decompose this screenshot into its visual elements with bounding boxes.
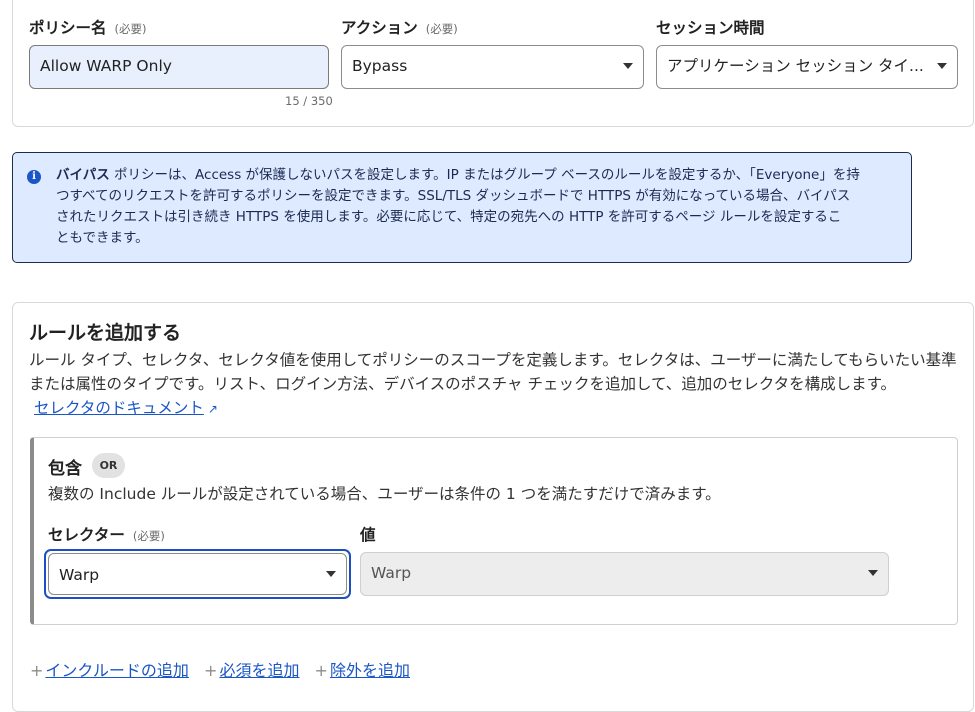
policy-name-label: ポリシー名 (必要) [29, 18, 147, 39]
info-line-4: ともできます。 [56, 230, 149, 246]
rules-title: ルールを追加する [29, 322, 182, 344]
session-duration-label: セッション時間 [656, 19, 765, 37]
rule-add-links: + インクルードの追加 + 必須を追加 + 除外を追加 [30, 657, 420, 681]
plus-icon: + [314, 661, 328, 680]
selector-select-value: Warp [59, 566, 100, 584]
info-line-1: バイパス ポリシーは、Access が保護しないパスを設定します。IP またはグ… [56, 165, 886, 186]
info-line-3: されたリクエストは引き続き HTTPS を使用します。必要に応じて、特定の宛先へ… [56, 209, 842, 225]
add-exclude-link[interactable]: + 除外を追加 [315, 657, 410, 681]
action-select[interactable]: Bypass [341, 45, 644, 89]
selector-docs-link[interactable]: セレクタのドキュメント [34, 399, 204, 417]
rules-description: ルール タイプ、セレクタ、セレクタ値を使用してポリシーのスコープを定義します。セ… [29, 348, 964, 421]
add-require-label: 必須を追加 [219, 661, 300, 680]
or-badge: OR [92, 453, 125, 478]
info-line-2: つすべてのリクエストを許可するポリシーを設定できます。SSL/TLS ダッシュボ… [56, 188, 851, 204]
bypass-info-text: バイパス ポリシーは、Access が保護しないパスを設定します。IP またはグ… [56, 165, 886, 249]
value-select-value: Warp [371, 564, 412, 582]
add-include-link[interactable]: + インクルードの追加 [30, 657, 189, 681]
session-duration-select[interactable]: アプリケーション セッション タイ... [656, 45, 958, 89]
chevron-down-icon [937, 63, 947, 69]
info-icon: i [27, 170, 41, 184]
action-select-value: Bypass [352, 57, 408, 75]
add-require-link[interactable]: + 必須を追加 [204, 657, 299, 681]
include-title: 包含 [48, 459, 82, 479]
required-hint: (必要) [132, 529, 165, 543]
action-label-text: アクション [341, 19, 418, 37]
info-bold-lead: バイパス [56, 167, 110, 183]
plus-icon: + [204, 661, 218, 680]
policy-name-input[interactable]: Allow WARP Only [29, 45, 329, 89]
chevron-down-icon [868, 570, 878, 576]
policy-name-label-text: ポリシー名 [29, 19, 107, 37]
selector-label: セレクター (必要) [48, 525, 165, 546]
add-exclude-label: 除外を追加 [329, 661, 410, 680]
value-select[interactable]: Warp [360, 552, 889, 596]
bypass-info-banner: i バイパス ポリシーは、Access が保護しないパスを設定します。IP また… [12, 152, 912, 263]
policy-name-value: Allow WARP Only [40, 57, 172, 75]
external-link-icon: ↗ [207, 402, 218, 416]
action-label: アクション (必要) [341, 18, 458, 39]
selector-label-text: セレクター [48, 526, 125, 544]
chevron-down-icon [623, 63, 633, 69]
session-duration-value: アプリケーション セッション タイ... [667, 57, 924, 75]
chevron-down-icon [326, 571, 336, 577]
plus-icon: + [30, 661, 44, 680]
value-label: 値 [360, 526, 376, 544]
character-counter: 15 / 350 [285, 94, 333, 108]
rules-description-text: ルール タイプ、セレクタ、セレクタ値を使用してポリシーのスコープを定義します。セ… [29, 351, 957, 393]
selector-select[interactable]: Warp [48, 553, 347, 595]
add-include-label: インクルードの追加 [45, 661, 189, 680]
include-description: 複数の Include ルールが設定されている場合、ユーザーは条件の 1 つを満… [48, 485, 721, 503]
required-hint: (必要) [114, 22, 147, 36]
required-hint: (必要) [425, 22, 458, 36]
info-line-1-text: ポリシーは、Access が保護しないパスを設定します。IP またはグループ ベ… [109, 167, 860, 183]
